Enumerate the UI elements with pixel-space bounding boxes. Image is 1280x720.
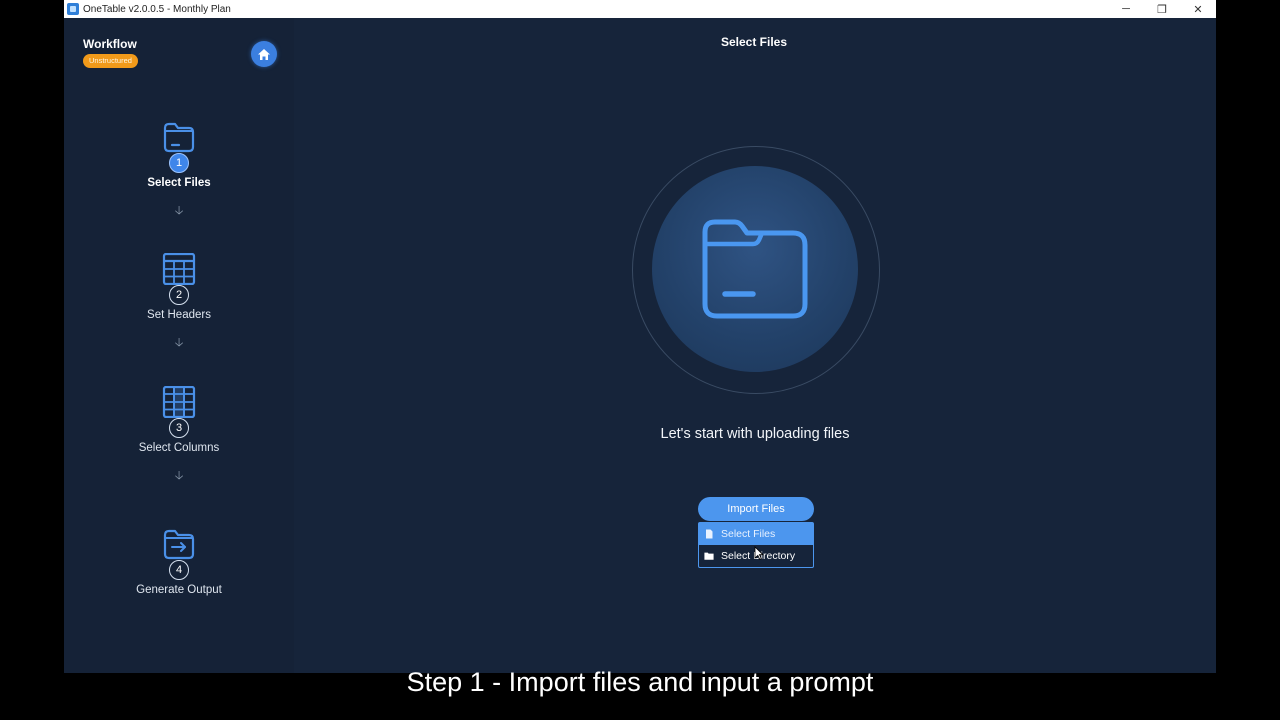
minimize-button[interactable]: ─ (1108, 0, 1144, 18)
down-arrow-icon: 🡣 (174, 335, 184, 349)
down-arrow-icon: 🡣 (174, 468, 184, 482)
step-select-files[interactable]: 1 Select Files (64, 121, 294, 189)
directory-icon (704, 551, 714, 561)
title-bar: OneTable v2.0.0.5 - Monthly Plan ─ ❐ ✕ (64, 0, 1216, 18)
window-title: OneTable v2.0.0.5 - Monthly Plan (83, 3, 231, 15)
home-icon (258, 48, 270, 60)
workflow-sidebar: Workflow Unstructured 1 Select Files 🡣 2… (64, 18, 294, 673)
upload-prompt-text: Let's start with uploading files (660, 426, 850, 442)
step-label: Select Files (147, 177, 211, 189)
mode-badge: Unstructured (83, 54, 138, 68)
step-set-headers[interactable]: 2 Set Headers (64, 253, 294, 321)
close-button[interactable]: ✕ (1180, 0, 1216, 18)
import-files-button[interactable]: Import Files (698, 497, 814, 521)
page-title: Select Files (720, 35, 788, 49)
step-label: Set Headers (147, 309, 211, 321)
menu-item-label: Select Files (721, 528, 776, 540)
window-controls: ─ ❐ ✕ (1108, 0, 1216, 18)
columns-icon (162, 386, 196, 418)
step-generate-output[interactable]: 4 Generate Output (64, 528, 294, 596)
step-select-columns[interactable]: 3 Select Columns (64, 386, 294, 454)
step-label: Generate Output (136, 584, 222, 596)
import-dropdown-menu: Select Files Select Directory (698, 522, 814, 568)
menu-item-select-files[interactable]: Select Files (699, 523, 813, 545)
folder-export-icon (163, 529, 195, 560)
table-icon (162, 253, 196, 285)
step-label: Select Columns (138, 442, 220, 454)
step-number: 2 (169, 285, 189, 305)
step-number: 3 (169, 418, 189, 438)
folder-icon (702, 219, 808, 319)
step-number: 4 (169, 560, 189, 580)
step-number: 1 (169, 153, 189, 173)
down-arrow-icon: 🡣 (174, 203, 184, 217)
home-button[interactable] (251, 41, 277, 67)
video-caption: Step 1 - Import files and input a prompt (406, 667, 874, 697)
app-logo-icon (67, 3, 79, 15)
folder-icon (163, 122, 195, 153)
file-icon (704, 529, 714, 539)
restore-button[interactable]: ❐ (1144, 0, 1180, 18)
mouse-cursor-icon (754, 546, 764, 560)
hero-circle (652, 166, 858, 372)
app-window: OneTable v2.0.0.5 - Monthly Plan ─ ❐ ✕ W… (64, 0, 1216, 673)
workflow-title: Workflow (83, 37, 137, 51)
